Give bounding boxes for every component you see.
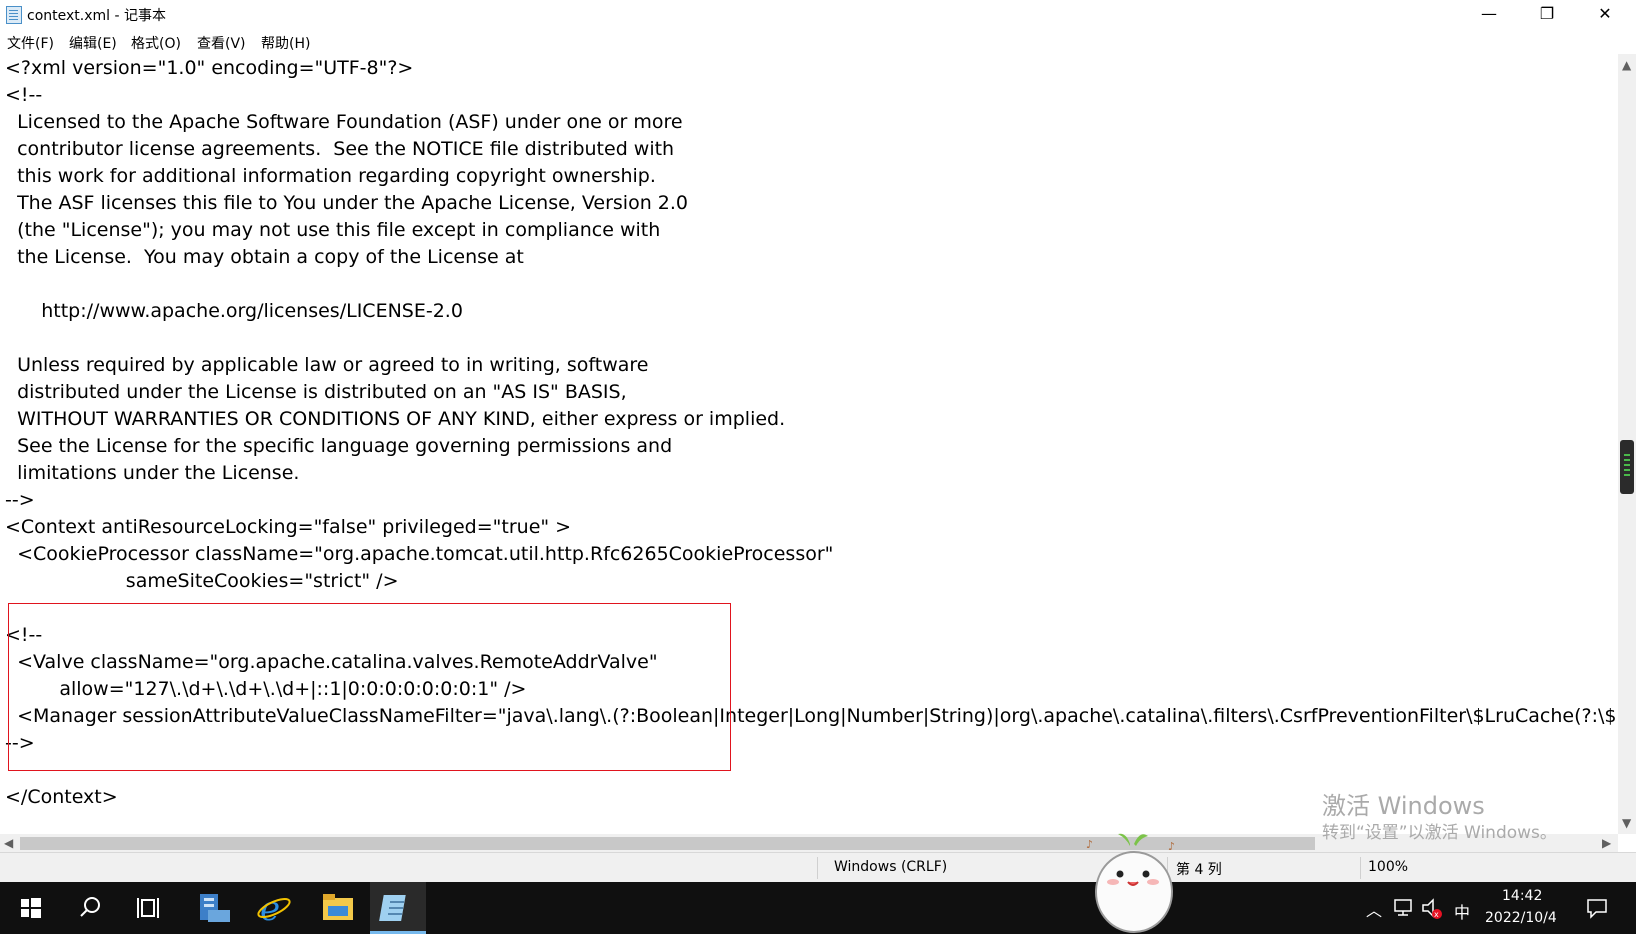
task-view-icon[interactable] [122, 882, 178, 934]
server-manager-icon[interactable] [186, 882, 242, 934]
menu-format[interactable]: 格式(O) [131, 33, 181, 53]
scroll-up-arrow-icon[interactable]: ▲ [1622, 58, 1631, 72]
start-icon[interactable] [2, 882, 58, 934]
scroll-right-arrow-icon[interactable]: ▶ [1602, 836, 1611, 850]
editor-line: limitations under the License. [5, 462, 300, 484]
network-icon[interactable] [1393, 898, 1415, 918]
ime-indicator[interactable]: 中 [1454, 899, 1470, 923]
clock-date[interactable]: 2022/10/4 [1485, 910, 1557, 926]
editor-line: this work for additional information reg… [5, 165, 656, 187]
editor-line: the License. You may obtain a copy of th… [5, 246, 524, 268]
status-cursor-position: 第 4 列 [1176, 862, 1222, 878]
show-hidden-icons-chevron-icon[interactable]: ︿ [1366, 897, 1382, 921]
status-divider [1360, 857, 1361, 879]
status-zoom: 100% [1368, 859, 1409, 875]
svg-text:♪: ♪ [1086, 838, 1093, 851]
menu-bar: 文件(F) 编辑(E) 格式(O) 查看(V) 帮助(H) [0, 30, 1636, 54]
editor-line: Unless required by applicable law or agr… [5, 354, 649, 376]
menu-file[interactable]: 文件(F) [7, 33, 54, 53]
scroll-down-arrow-icon[interactable]: ▼ [1622, 816, 1631, 830]
editor-line: (the "License"); you may not use this fi… [5, 219, 661, 241]
menu-help[interactable]: 帮助(H) [261, 33, 310, 53]
editor-line: </Context> [5, 786, 118, 808]
status-line-ending: Windows (CRLF) [834, 859, 948, 875]
activation-watermark-title: 激活 Windows [1322, 792, 1485, 820]
vertical-scroll-thumb[interactable] [1620, 440, 1634, 494]
file-explorer-icon[interactable] [310, 882, 366, 934]
scroll-left-arrow-icon[interactable]: ◀ [4, 836, 13, 850]
highlight-box [8, 603, 731, 771]
desktop-pet-mascot[interactable]: ♪ ♪ [1086, 830, 1182, 934]
editor-line: <CookieProcessor className="org.apache.t… [5, 543, 834, 565]
editor-line: sameSiteCookies="strict" /> [5, 570, 399, 592]
editor-line: http://www.apache.org/licenses/LICENSE-2… [5, 300, 463, 322]
editor-line: <Context antiResourceLocking="false" pri… [5, 516, 572, 538]
editor-line: See the License for the specific languag… [5, 435, 673, 457]
editor-line: distributed under the License is distrib… [5, 381, 627, 403]
internet-explorer-icon[interactable]: e [246, 882, 302, 934]
notification-center-icon[interactable] [1586, 897, 1608, 919]
svg-text:x: x [1434, 910, 1439, 919]
editor-line: Licensed to the Apache Software Foundati… [5, 111, 683, 133]
svg-text:♪: ♪ [1168, 840, 1175, 853]
menu-view[interactable]: 查看(V) [197, 33, 246, 53]
activation-watermark-subtitle: 转到“设置”以激活 Windows。 [1322, 823, 1557, 843]
maximize-button[interactable]: ❐ [1518, 0, 1576, 30]
notepad-app-icon [6, 6, 22, 24]
title-bar: context.xml - 记事本 — ❐ ✕ [0, 0, 1636, 30]
volume-muted-icon[interactable]: x [1421, 898, 1443, 920]
editor-line: --> [5, 489, 35, 511]
window-title: context.xml - 记事本 [27, 8, 166, 24]
editor-line: The ASF licenses this file to You under … [5, 192, 688, 214]
editor-line: WITHOUT WARRANTIES OR CONDITIONS OF ANY … [5, 408, 786, 430]
editor-line: <!-- [5, 84, 43, 106]
clock-time[interactable]: 14:42 [1502, 888, 1542, 904]
menu-edit[interactable]: 编辑(E) [69, 33, 117, 53]
editor-line: contributor license agreements. See the … [5, 138, 675, 160]
search-icon[interactable] [62, 882, 118, 934]
status-divider [817, 857, 818, 879]
close-button[interactable]: ✕ [1576, 0, 1634, 30]
editor-line: <?xml version="1.0" encoding="UTF-8"?> [5, 57, 414, 79]
minimize-button[interactable]: — [1460, 0, 1518, 30]
notepad-icon[interactable] [370, 882, 426, 934]
